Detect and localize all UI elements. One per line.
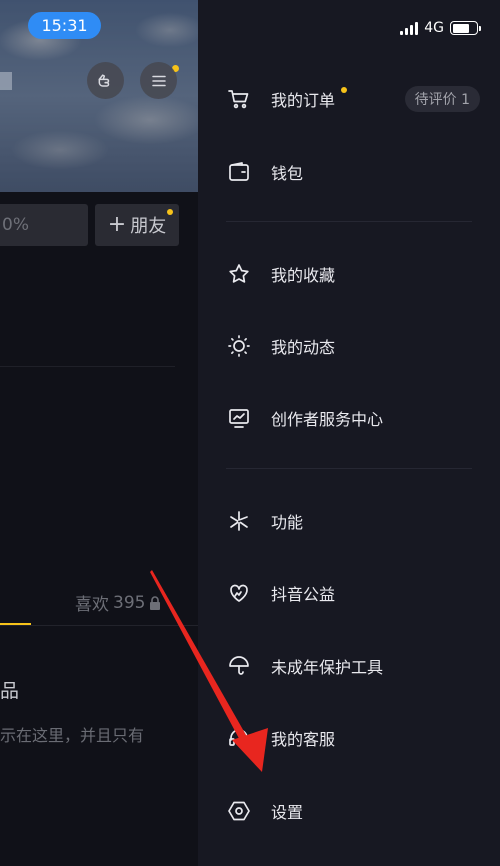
friend-notification-dot [167, 209, 173, 215]
chart-monitor-icon [226, 405, 252, 431]
wallet-icon [226, 159, 252, 185]
menu-divider [226, 468, 472, 469]
sparkle-icon [226, 508, 252, 534]
menu-item-features[interactable]: 功能 [198, 493, 500, 549]
star-icon [226, 261, 252, 287]
works-hint-fragment: 示在这里，并且只有 [0, 726, 145, 745]
tabs-divider [0, 625, 198, 626]
pending-review-badge: 待评价 1 [404, 86, 480, 112]
orders-notification-dot [341, 87, 347, 93]
lock-icon [150, 595, 161, 610]
menu-item-label: 我的动态 [271, 338, 336, 357]
menu-item-label: 未成年保护工具 [271, 658, 384, 677]
works-heading-fragment: 品 [0, 680, 20, 702]
menu-item-label: 功能 [271, 513, 304, 532]
menu-item-creator-center[interactable]: 创作者服务中心 [198, 390, 500, 446]
profile-page-background: 15:31 0% + 朋友 喜欢 395 品 示在这里，并且只有 [0, 0, 198, 866]
likes-label: 喜欢 [75, 595, 109, 615]
plus-icon: + [107, 212, 127, 237]
profile-completion-text: 0% [2, 215, 29, 235]
add-friend-label: 朋友 [130, 216, 167, 237]
likes-count: 395 [113, 592, 146, 613]
menu-item-label: 我的收藏 [271, 266, 336, 285]
status-time: 15:31 [28, 12, 101, 39]
menu-item-favorites[interactable]: 我的收藏 [198, 246, 500, 302]
menu-item-settings[interactable]: 设置 [198, 783, 500, 839]
menu-item-label: 创作者服务中心 [271, 410, 384, 429]
menu-button[interactable] [140, 62, 177, 99]
profile-completion-box[interactable]: 0% [0, 204, 88, 246]
umbrella-icon [226, 653, 252, 679]
side-drawer-menu: 4G 我的订单 待评价 1 钱包 我的收藏 我的动态 创作者服务中心 功能 抖音… [198, 0, 500, 866]
menu-item-label: 我的客服 [271, 730, 336, 749]
menu-item-moments[interactable]: 我的动态 [198, 318, 500, 374]
hexagon-gear-icon [226, 798, 252, 824]
menu-item-label: 我的订单 [271, 91, 336, 110]
cover-edge-chip [0, 72, 12, 90]
heart-hand-icon [226, 580, 252, 606]
hand-pointer-icon [98, 73, 109, 87]
status-bar-right: 4G [400, 20, 481, 36]
headset-icon [226, 725, 252, 751]
menu-icon [151, 75, 166, 86]
menu-item-orders[interactable]: 我的订单 待评价 1 [198, 71, 500, 127]
menu-item-customer-service[interactable]: 我的客服 [198, 710, 500, 766]
menu-item-label: 抖音公益 [271, 585, 336, 604]
sun-icon [226, 333, 252, 359]
signal-icon [400, 21, 419, 35]
menu-item-label: 设置 [271, 803, 304, 822]
menu-item-minor-protection[interactable]: 未成年保护工具 [198, 638, 500, 694]
menu-item-charity[interactable]: 抖音公益 [198, 565, 500, 621]
profile-divider [0, 366, 175, 367]
menu-item-wallet[interactable]: 钱包 [198, 144, 500, 200]
battery-icon [450, 21, 481, 35]
menu-item-label: 钱包 [271, 164, 304, 183]
tab-likes[interactable]: 喜欢 395 [75, 590, 161, 615]
cart-icon [226, 86, 252, 112]
hand-pointer-button[interactable] [87, 62, 124, 99]
network-type: 4G [424, 20, 444, 36]
menu-divider [226, 221, 472, 222]
